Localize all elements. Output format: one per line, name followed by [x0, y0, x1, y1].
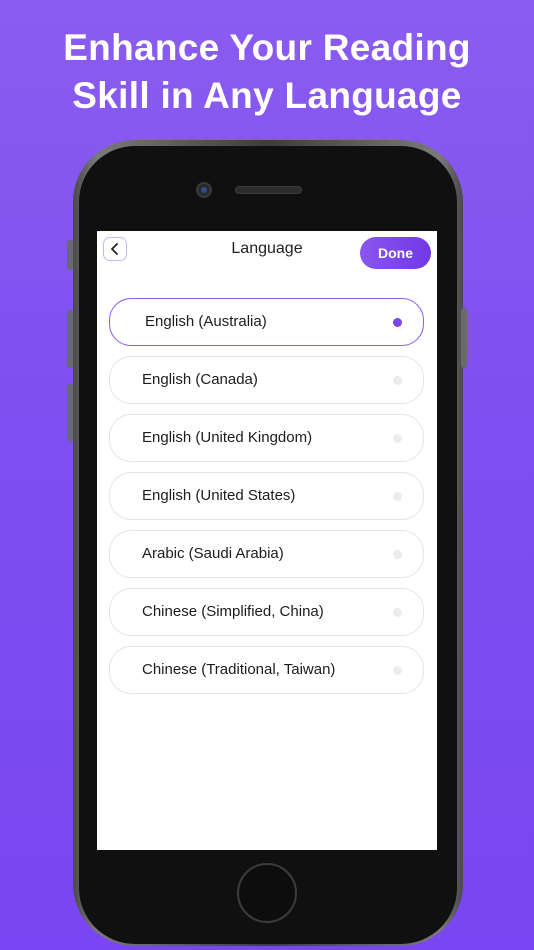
promo-headline: Enhance Your Reading Skill in Any Langua…	[0, 24, 534, 120]
language-option[interactable]: English (Canada)	[109, 356, 424, 404]
done-button[interactable]: Done	[360, 237, 431, 269]
phone-power-button	[461, 308, 467, 368]
language-option-label: Chinese (Simplified, China)	[142, 603, 324, 620]
radio-unselected-icon[interactable]	[393, 376, 402, 385]
camera-icon	[196, 182, 212, 198]
radio-unselected-icon[interactable]	[393, 608, 402, 617]
radio-unselected-icon[interactable]	[393, 666, 402, 675]
language-option[interactable]: English (United States)	[109, 472, 424, 520]
speaker-grille	[235, 186, 302, 194]
language-option-label: English (Australia)	[145, 313, 267, 330]
language-option[interactable]: English (Australia)	[109, 298, 424, 346]
language-option-label: English (United States)	[142, 487, 296, 504]
radio-selected-icon[interactable]	[393, 318, 402, 327]
language-option[interactable]: Arabic (Saudi Arabia)	[109, 530, 424, 578]
language-option[interactable]: English (United Kingdom)	[109, 414, 424, 462]
radio-unselected-icon[interactable]	[393, 550, 402, 559]
radio-unselected-icon[interactable]	[393, 492, 402, 501]
headline-line-1: Enhance Your Reading	[63, 27, 471, 68]
language-list: English (Australia) English (Canada) Engli…	[109, 298, 424, 704]
home-button	[237, 863, 297, 923]
language-option-label: Arabic (Saudi Arabia)	[142, 545, 284, 562]
phone-volume-down-button	[67, 384, 73, 442]
radio-unselected-icon[interactable]	[393, 434, 402, 443]
phone-volume-up-button	[67, 310, 73, 368]
language-option[interactable]: Chinese (Traditional, Taiwan)	[109, 646, 424, 694]
language-option-label: Chinese (Traditional, Taiwan)	[142, 661, 336, 678]
language-option[interactable]: Chinese (Simplified, China)	[109, 588, 424, 636]
phone-screen: Language Done English (Australia) English…	[97, 231, 437, 850]
language-option-label: English (United Kingdom)	[142, 429, 313, 446]
phone-mute-switch	[67, 240, 73, 270]
navigation-bar: Language Done	[97, 231, 437, 287]
headline-line-2: Skill in Any Language	[72, 75, 462, 116]
language-option-label: English (Canada)	[142, 371, 258, 388]
